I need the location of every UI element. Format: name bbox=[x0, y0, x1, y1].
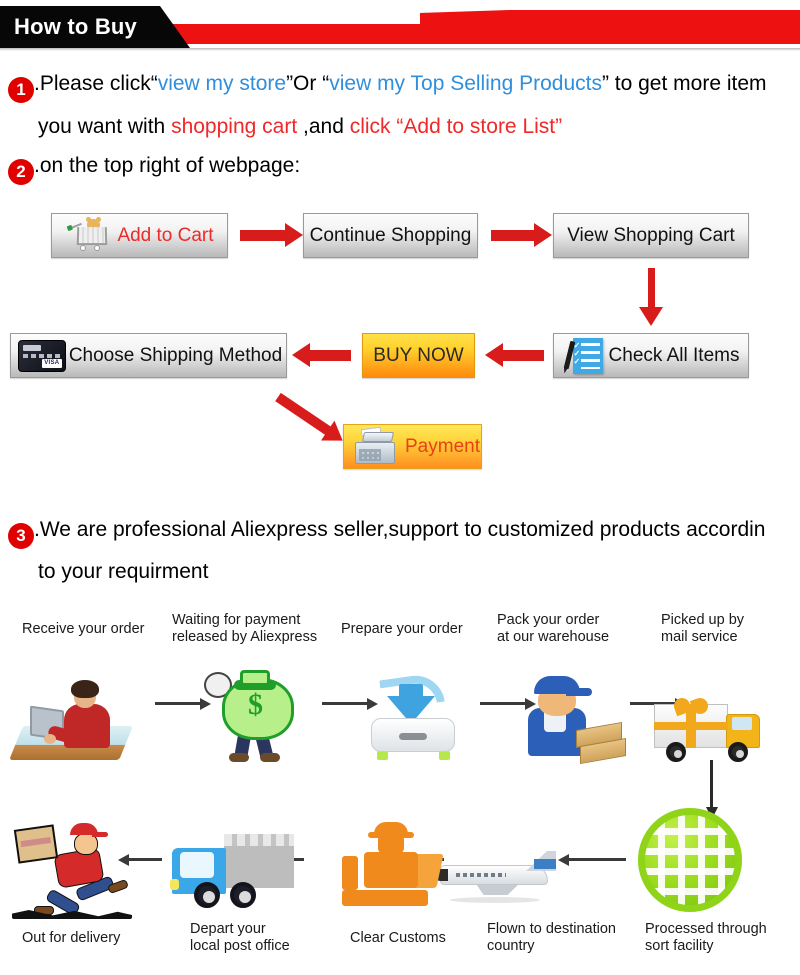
process-arrow-down bbox=[705, 760, 718, 819]
step-3-text-2: to your requirment bbox=[38, 560, 209, 583]
arrow-continue-to-view-cart bbox=[491, 223, 552, 247]
payment-label: Payment bbox=[405, 435, 480, 457]
step-1-line-2: you want with shopping cart ,and click “… bbox=[38, 116, 562, 137]
process-label-waiting-payment: Waiting for payment released by Aliexpre… bbox=[172, 612, 332, 646]
step-3-line-1: 3 .We are professional Aliexpress seller,… bbox=[8, 519, 765, 549]
step-1-line-1: 1 .Please click“view my store”Or “view my… bbox=[8, 73, 767, 103]
payment-button[interactable]: Payment bbox=[343, 424, 482, 469]
check-all-items-button[interactable]: ✓ ✓ ✓ Check All Items bbox=[553, 333, 749, 378]
step-3-line-2: to your requirment bbox=[38, 561, 208, 582]
view-shopping-cart-label: View Shopping Cart bbox=[567, 224, 735, 246]
view-top-selling-products-link[interactable]: view my Top Selling Products bbox=[329, 72, 602, 95]
view-shopping-cart-button[interactable]: View Shopping Cart bbox=[553, 213, 749, 258]
page-title: How to Buy bbox=[14, 14, 137, 39]
process-label-processed-sort-facility: Processed through sort facility bbox=[645, 921, 795, 955]
step-3-text-1: .We are professional Aliexpress seller,s… bbox=[34, 518, 766, 541]
process-label-depart-post-office: Depart your local post office bbox=[190, 921, 340, 955]
arrow-cart-to-continue bbox=[240, 223, 303, 247]
running-courier-icon bbox=[8, 808, 138, 919]
add-to-cart-button[interactable]: Add to Cart bbox=[51, 213, 228, 258]
process-label-text: Receive your order bbox=[22, 621, 145, 637]
process-label-receive-order: Receive your order bbox=[22, 621, 162, 638]
buy-now-label: BUY NOW bbox=[373, 344, 464, 366]
airplane-icon bbox=[434, 815, 564, 905]
process-label-line2: sort facility bbox=[645, 938, 714, 954]
process-label-text: Out for delivery bbox=[22, 930, 121, 946]
shopping-cart-icon bbox=[69, 216, 115, 253]
process-label-line2: local post office bbox=[190, 938, 290, 954]
view-my-store-link[interactable]: view my store bbox=[158, 72, 286, 95]
process-label-line1: Waiting for payment bbox=[172, 612, 301, 628]
person-at-computer-icon bbox=[9, 655, 152, 760]
banner-shadow bbox=[0, 48, 800, 51]
process-label-text: Prepare your order bbox=[341, 621, 463, 637]
buy-now-button[interactable]: BUY NOW bbox=[362, 333, 475, 378]
step-1-text-a: .Please click“ bbox=[34, 72, 158, 95]
arrow-check-items-to-buy-now bbox=[485, 343, 544, 367]
step-1-line2-b: ,and bbox=[297, 115, 350, 138]
step-1-line2-a: you want with bbox=[38, 115, 172, 138]
header-banner: How to Buy bbox=[0, 0, 800, 51]
add-to-cart-label: Add to Cart bbox=[117, 224, 214, 246]
process-label-line1: Flown to destination bbox=[487, 921, 616, 937]
arrow-shipping-to-payment bbox=[275, 392, 333, 436]
warehouse-worker-icon bbox=[510, 655, 635, 765]
process-label-prepare-order: Prepare your order bbox=[341, 621, 491, 638]
choose-shipping-method-label: Choose Shipping Method bbox=[68, 344, 283, 366]
credit-card-icon: VISA bbox=[17, 339, 66, 372]
checklist-icon: ✓ ✓ ✓ bbox=[563, 337, 607, 375]
process-label-line1: Depart your bbox=[190, 921, 266, 937]
blue-truck-icon bbox=[168, 808, 303, 908]
banner-black-shape: How to Buy bbox=[0, 6, 190, 48]
choose-shipping-method-button[interactable]: VISA Choose Shipping Method bbox=[10, 333, 287, 378]
download-box-icon bbox=[355, 655, 475, 760]
globe-sort-facility-icon bbox=[638, 808, 742, 912]
step-1-badge: 1 bbox=[8, 77, 34, 103]
continue-shopping-label: Continue Shopping bbox=[309, 224, 472, 246]
process-arrow-1 bbox=[155, 697, 211, 710]
step-1-text-b: ”Or “ bbox=[286, 72, 330, 95]
process-label-line1: Picked up by bbox=[661, 612, 745, 628]
step-2-badge: 2 bbox=[8, 159, 34, 185]
process-label-picked-up: Picked up by mail service bbox=[661, 612, 791, 646]
process-arrow-5 bbox=[558, 853, 626, 866]
add-to-store-list-highlight: click “Add to store List” bbox=[349, 115, 563, 138]
cash-register-icon bbox=[351, 426, 403, 466]
step-2-text: .on the top right of webpage: bbox=[34, 154, 301, 177]
process-label-line1: Processed through bbox=[645, 921, 767, 937]
process-label-clear-customs: Clear Customs bbox=[350, 930, 490, 947]
step-3-badge: 3 bbox=[8, 523, 34, 549]
arrow-view-cart-to-check-items bbox=[639, 268, 663, 326]
process-label-line1: Pack your order bbox=[497, 612, 600, 628]
customs-officer-icon bbox=[340, 810, 445, 910]
continue-shopping-button[interactable]: Continue Shopping bbox=[303, 213, 478, 258]
process-label-flown-to-destination: Flown to destination country bbox=[487, 921, 647, 955]
step-2-line: 2 .on the top right of webpage: bbox=[8, 155, 300, 185]
shopping-cart-highlight: shopping cart bbox=[171, 115, 298, 138]
money-bag-icon: $ bbox=[196, 655, 316, 762]
arrow-buy-now-to-shipping bbox=[292, 343, 351, 367]
process-label-line2: released by Aliexpress bbox=[172, 629, 318, 645]
process-label-line2: mail service bbox=[661, 629, 738, 645]
process-label-pack-order: Pack your order at our warehouse bbox=[497, 612, 647, 646]
process-label-out-for-delivery: Out for delivery bbox=[22, 930, 172, 947]
process-label-text: Clear Customs bbox=[350, 930, 446, 946]
step-1-text-c: ” to get more item bbox=[601, 72, 767, 95]
process-label-line2: country bbox=[487, 938, 535, 954]
delivery-truck-gift-icon bbox=[650, 660, 780, 762]
check-all-items-label: Check All Items bbox=[608, 344, 740, 366]
process-label-line2: at our warehouse bbox=[497, 629, 610, 645]
